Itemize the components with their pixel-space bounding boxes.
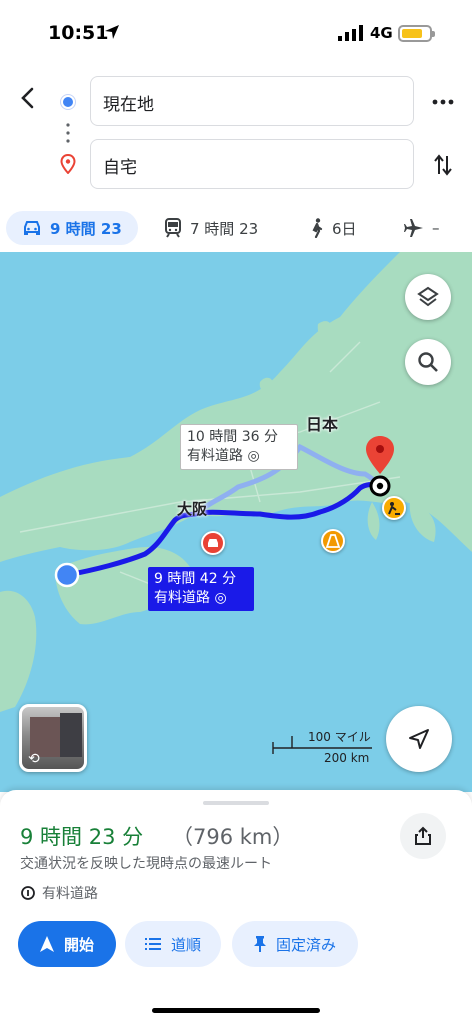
label-osaka: 大阪 — [177, 500, 208, 518]
home-indicator — [152, 1008, 320, 1013]
tab-transit[interactable]: 7 時間 23 — [164, 211, 258, 245]
route-dots-icon — [66, 123, 70, 143]
network-type: 4G — [370, 24, 393, 42]
car-icon — [24, 221, 40, 235]
steps-label: 道順 — [170, 935, 201, 954]
street-view-thumbnail[interactable]: ⟲ — [19, 704, 87, 772]
train-icon — [165, 218, 181, 238]
drag-handle[interactable] — [203, 801, 269, 805]
alternate-route-callout[interactable]: 10 時間 36 分 有料道路 ◎ — [180, 424, 298, 470]
swap-icon[interactable] — [432, 152, 454, 178]
scale-km: 200 km — [324, 751, 370, 765]
status-bar: 10:51 4G — [0, 0, 472, 60]
navigation-arrow-icon — [409, 729, 429, 749]
travel-mode-tabs: 9 時間 23 7 時間 23 6日 – — [0, 202, 472, 252]
tab-walk[interactable]: 6日 — [310, 211, 357, 245]
tab-drive[interactable]: 9 時間 23 — [6, 211, 138, 245]
destination-pin-icon — [60, 154, 76, 174]
main-route-toll: 有料道路 — [154, 590, 210, 606]
walk-time: 6日 — [332, 219, 357, 238]
layers-button[interactable] — [405, 274, 451, 320]
traffic-incident-icon[interactable] — [201, 531, 225, 555]
tab-flight[interactable]: – — [404, 211, 440, 245]
toll-icon — [21, 886, 35, 900]
pin-icon — [253, 936, 266, 952]
rotate-360-icon: ⟲ — [28, 751, 40, 767]
status-time: 10:51 — [48, 22, 109, 44]
map-view[interactable]: 日本 大阪 10 時間 36 分 有料道路 ◎ 9 時間 42 分 有料道路 ◎… — [0, 252, 472, 792]
pinned-button[interactable]: 固定済み — [232, 921, 358, 967]
start-label: 開始 — [63, 935, 94, 954]
transit-time: 7 時間 23 — [190, 219, 259, 238]
flight-time: – — [432, 219, 440, 237]
start-navigation-button[interactable]: 開始 — [18, 921, 116, 967]
alt-route-time: 10 時間 36 分 — [187, 429, 278, 445]
more-options-icon[interactable] — [432, 99, 454, 105]
share-button[interactable] — [400, 813, 446, 859]
route-bottom-sheet: 9 時間 23 分 （796 km） 交通状況を反映した現時点の最速ルート 有料… — [0, 790, 472, 1024]
destination-input[interactable]: 自宅 — [90, 139, 414, 189]
main-route-callout[interactable]: 9 時間 42 分 有料道路 ◎ — [148, 567, 254, 611]
steps-button[interactable]: 道順 — [125, 921, 221, 967]
layers-icon — [417, 286, 439, 307]
navigation-arrow-icon — [39, 936, 54, 952]
route-duration: 9 時間 23 分 — [20, 825, 144, 849]
origin-dot-icon — [61, 95, 75, 109]
back-arrow-icon[interactable] — [14, 84, 42, 112]
my-location-button[interactable] — [386, 706, 452, 772]
route-description: 交通状況を反映した現時点の最速ルート — [20, 856, 272, 872]
scale-miles: 100 マイル — [308, 730, 371, 744]
map-scale: 100 マイル 200 km — [272, 728, 382, 768]
toll-icon: ◎ — [247, 448, 260, 464]
alt-route-toll: 有料道路 — [187, 448, 243, 464]
pinned-label: 固定済み — [275, 935, 336, 954]
route-distance: （796 km） — [172, 825, 294, 849]
construction-icon[interactable] — [382, 496, 406, 520]
walk-icon — [312, 218, 323, 238]
drive-time: 9 時間 23 — [50, 219, 122, 238]
origin-input[interactable]: 現在地 — [90, 76, 414, 126]
list-icon — [144, 938, 161, 950]
toll-label: 有料道路 — [42, 886, 98, 902]
main-route-time: 9 時間 42 分 — [154, 571, 237, 587]
battery-icon — [398, 25, 435, 42]
signal-icon — [338, 25, 363, 41]
search-along-route-button[interactable] — [405, 339, 451, 385]
label-japan: 日本 — [306, 415, 339, 434]
location-arrow-icon — [105, 25, 119, 39]
toll-road-row: 有料道路 — [20, 883, 98, 903]
toll-icon: ◎ — [214, 590, 227, 606]
share-icon — [415, 826, 431, 845]
airplane-icon — [404, 219, 423, 237]
road-hazard-icon[interactable] — [321, 529, 345, 553]
search-icon — [418, 352, 438, 372]
